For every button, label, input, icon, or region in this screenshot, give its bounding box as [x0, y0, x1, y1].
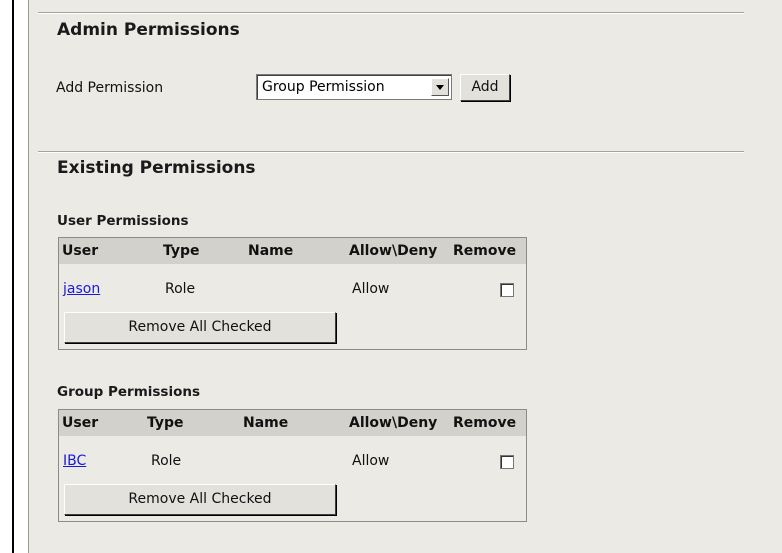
- table-header: User Type Name Allow\Deny Remove: [59, 410, 526, 436]
- group-link-ibc[interactable]: IBC: [63, 453, 86, 469]
- col-type: Type: [163, 243, 200, 259]
- user-link-jason[interactable]: jason: [63, 281, 100, 297]
- remove-all-checked-button[interactable]: Remove All Checked: [64, 484, 336, 515]
- group-permissions-table: User Type Name Allow\Deny Remove IBC Rol…: [58, 409, 527, 522]
- existing-permissions-title: Existing Permissions: [57, 158, 256, 178]
- admin-permissions-title: Admin Permissions: [57, 20, 240, 40]
- group-permissions-title: Group Permissions: [57, 384, 201, 400]
- col-user: User: [62, 415, 99, 431]
- permission-type-value: Group Permission: [262, 79, 385, 95]
- table-header: User Type Name Allow\Deny Remove: [59, 238, 526, 264]
- col-allow-deny: Allow\Deny: [349, 243, 438, 259]
- remove-checkbox[interactable]: [500, 283, 514, 297]
- remove-checkbox[interactable]: [500, 455, 514, 469]
- section-divider: [38, 151, 744, 153]
- permission-type-select[interactable]: Group Permission: [256, 74, 452, 100]
- remove-all-checked-button[interactable]: Remove All Checked: [64, 312, 336, 343]
- top-divider: [38, 12, 744, 14]
- page-frame: Admin Permissions Add Permission Group P…: [0, 0, 782, 553]
- row-allow: Allow: [352, 453, 390, 469]
- col-name: Name: [248, 243, 294, 259]
- col-type: Type: [147, 415, 184, 431]
- row-type: Role: [165, 281, 196, 297]
- user-permissions-title: User Permissions: [57, 213, 189, 229]
- add-permission-label: Add Permission: [56, 80, 164, 96]
- row-type: Role: [151, 453, 182, 469]
- user-permissions-table: User Type Name Allow\Deny Remove jason R…: [58, 237, 527, 350]
- col-user: User: [62, 243, 99, 259]
- left-gutter: [14, 0, 28, 553]
- col-allow-deny: Allow\Deny: [349, 415, 438, 431]
- chevron-down-icon[interactable]: [431, 78, 449, 96]
- col-name: Name: [243, 415, 289, 431]
- col-remove: Remove: [453, 415, 517, 431]
- row-allow: Allow: [352, 281, 390, 297]
- col-remove: Remove: [453, 243, 517, 259]
- add-button[interactable]: Add: [460, 74, 510, 101]
